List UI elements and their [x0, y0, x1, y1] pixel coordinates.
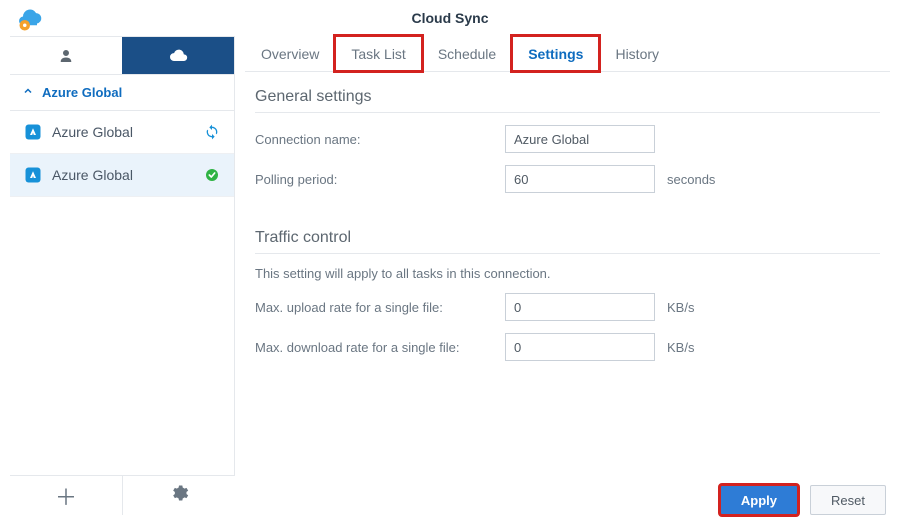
azure-icon: [24, 123, 42, 141]
gear-icon: [169, 483, 189, 509]
max-upload-label: Max. upload rate for a single file:: [255, 300, 505, 315]
tab-schedule[interactable]: Schedule: [422, 36, 512, 71]
apply-button[interactable]: Apply: [720, 485, 798, 515]
download-unit: KB/s: [667, 340, 694, 355]
upload-unit: KB/s: [667, 300, 694, 315]
add-connection-button[interactable]: ＋: [10, 476, 122, 515]
connection-name-input[interactable]: [505, 125, 655, 153]
max-download-input[interactable]: [505, 333, 655, 361]
reset-button[interactable]: Reset: [810, 485, 886, 515]
tab-bar: Overview Task List Schedule Settings His…: [245, 36, 890, 72]
azure-icon: [24, 166, 42, 184]
connection-group-label: Azure Global: [42, 85, 122, 100]
connection-name-label: Connection name:: [255, 132, 505, 147]
sync-icon: [204, 124, 220, 140]
polling-unit: seconds: [667, 172, 715, 187]
connection-label: Azure Global: [52, 124, 204, 140]
connection-group-header[interactable]: Azure Global: [10, 75, 234, 111]
connection-item[interactable]: Azure Global: [10, 154, 234, 197]
connection-label: Azure Global: [52, 167, 204, 183]
connection-item[interactable]: Azure Global: [10, 111, 234, 154]
sidebar-tab-user[interactable]: [10, 37, 122, 74]
polling-period-label: Polling period:: [255, 172, 505, 187]
tab-settings[interactable]: Settings: [512, 36, 599, 71]
main-panel: Overview Task List Schedule Settings His…: [245, 36, 890, 475]
traffic-note: This setting will apply to all tasks in …: [255, 266, 880, 281]
max-upload-input[interactable]: [505, 293, 655, 321]
plus-icon: ＋: [55, 480, 77, 512]
general-heading: General settings: [255, 88, 880, 106]
tab-overview[interactable]: Overview: [245, 36, 335, 71]
settings-button[interactable]: [122, 476, 235, 515]
window-title: Cloud Sync: [0, 10, 900, 26]
sidebar: Azure Global Azure Global Azure Global: [10, 36, 235, 475]
tab-task-list[interactable]: Task List: [335, 36, 421, 71]
sidebar-bottom-bar: ＋: [10, 475, 235, 515]
traffic-heading: Traffic control: [255, 229, 880, 247]
chevron-up-icon: [22, 85, 34, 100]
sidebar-tab-cloud[interactable]: [122, 37, 234, 74]
footer-buttons: Apply Reset: [720, 485, 886, 515]
polling-period-input[interactable]: [505, 165, 655, 193]
max-download-label: Max. download rate for a single file:: [255, 340, 505, 355]
check-icon: [204, 167, 220, 183]
tab-history[interactable]: History: [599, 36, 675, 71]
